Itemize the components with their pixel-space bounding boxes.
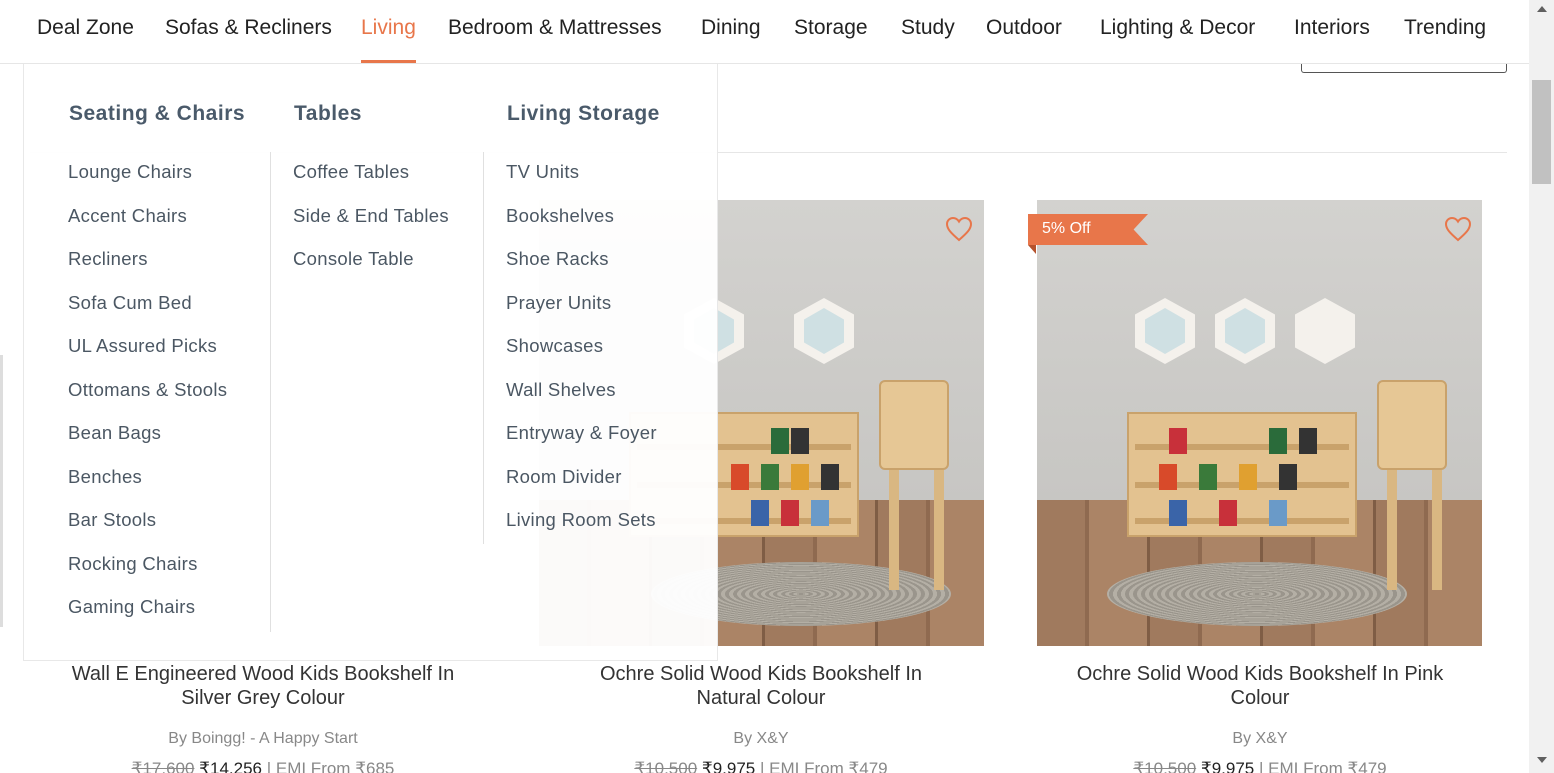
nav-outdoor[interactable]: Outdoor [986, 16, 1062, 40]
product-price-1: ₹17,600 ₹14,256 | EMI From ₹685 [131, 759, 395, 773]
product-title-1[interactable]: Wall E Engineered Wood Kids Bookshelf In… [40, 662, 486, 710]
nav-bedroom-mattresses[interactable]: Bedroom & Mattresses [448, 16, 662, 40]
menu-column-divider [270, 152, 271, 632]
category-nav: Deal Zone Sofas & Recliners Living Bedro… [0, 0, 1529, 64]
nav-dining[interactable]: Dining [701, 16, 761, 40]
menu-heading-seating[interactable]: Seating & Chairs [69, 102, 245, 126]
menu-link-room-divider[interactable]: Room Divider [506, 466, 622, 488]
left-edge-panel [0, 355, 3, 627]
menu-link-coffee-tables[interactable]: Coffee Tables [293, 161, 409, 183]
menu-link-ul-assured-picks[interactable]: UL Assured Picks [68, 335, 217, 357]
menu-link-rocking-chairs[interactable]: Rocking Chairs [68, 553, 198, 575]
menu-link-living-room-sets[interactable]: Living Room Sets [506, 509, 656, 531]
nav-living[interactable]: Living [361, 16, 416, 63]
menu-link-bookshelves[interactable]: Bookshelves [506, 205, 614, 227]
menu-link-tv-units[interactable]: TV Units [506, 161, 579, 183]
menu-link-ottomans-stools[interactable]: Ottomans & Stools [68, 379, 227, 401]
menu-link-recliners[interactable]: Recliners [68, 248, 148, 270]
scroll-up-arrow-icon[interactable] [1537, 6, 1547, 12]
menu-link-benches[interactable]: Benches [68, 466, 142, 488]
discount-badge: 5% Off [1028, 214, 1148, 245]
nav-trending[interactable]: Trending [1404, 16, 1486, 40]
product-title-3[interactable]: Ochre Solid Wood Kids Bookshelf In Pink … [1037, 662, 1483, 710]
product-brand-1[interactable]: By Boingg! - A Happy Start [40, 730, 486, 748]
menu-heading-living-storage[interactable]: Living Storage [507, 102, 660, 126]
menu-link-gaming-chairs[interactable]: Gaming Chairs [68, 596, 195, 618]
menu-link-lounge-chairs[interactable]: Lounge Chairs [68, 161, 192, 183]
menu-link-wall-shelves[interactable]: Wall Shelves [506, 379, 616, 401]
wishlist-heart-icon[interactable] [945, 216, 973, 242]
product-price-2: ₹10,500 ₹9,975 | EMI From ₹479 [634, 759, 888, 773]
discount-badge-fold [1028, 245, 1036, 254]
nav-storage[interactable]: Storage [794, 16, 868, 40]
living-mega-menu: Seating & Chairs Tables Living Storage L… [23, 64, 718, 661]
nav-study[interactable]: Study [901, 16, 955, 40]
menu-link-prayer-units[interactable]: Prayer Units [506, 292, 611, 314]
menu-link-bar-stools[interactable]: Bar Stools [68, 509, 156, 531]
scrollbar-thumb[interactable] [1532, 80, 1551, 184]
nav-interiors[interactable]: Interiors [1294, 16, 1370, 40]
product-brand-3[interactable]: By X&Y [1037, 730, 1483, 748]
menu-column-divider [483, 152, 484, 544]
wishlist-heart-icon[interactable] [1444, 216, 1472, 242]
menu-link-accent-chairs[interactable]: Accent Chairs [68, 205, 187, 227]
product-price-3: ₹10,500 ₹9,975 | EMI From ₹479 [1133, 759, 1387, 773]
product-title-2[interactable]: Ochre Solid Wood Kids Bookshelf In Natur… [538, 662, 984, 710]
menu-link-shoe-racks[interactable]: Shoe Racks [506, 248, 609, 270]
menu-heading-tables[interactable]: Tables [294, 102, 362, 126]
menu-link-bean-bags[interactable]: Bean Bags [68, 422, 161, 444]
nav-deal-zone[interactable]: Deal Zone [37, 16, 134, 40]
menu-link-entryway-foyer[interactable]: Entryway & Foyer [506, 422, 657, 444]
menu-link-sofa-cum-bed[interactable]: Sofa Cum Bed [68, 292, 192, 314]
product-image-3[interactable] [1037, 200, 1482, 646]
menu-link-console-table[interactable]: Console Table [293, 248, 414, 270]
scroll-down-arrow-icon[interactable] [1537, 757, 1547, 763]
menu-link-showcases[interactable]: Showcases [506, 335, 603, 357]
product-brand-2[interactable]: By X&Y [538, 730, 984, 748]
menu-link-side-end-tables[interactable]: Side & End Tables [293, 205, 449, 227]
nav-sofas-recliners[interactable]: Sofas & Recliners [165, 16, 332, 40]
nav-lighting-decor[interactable]: Lighting & Decor [1100, 16, 1255, 40]
